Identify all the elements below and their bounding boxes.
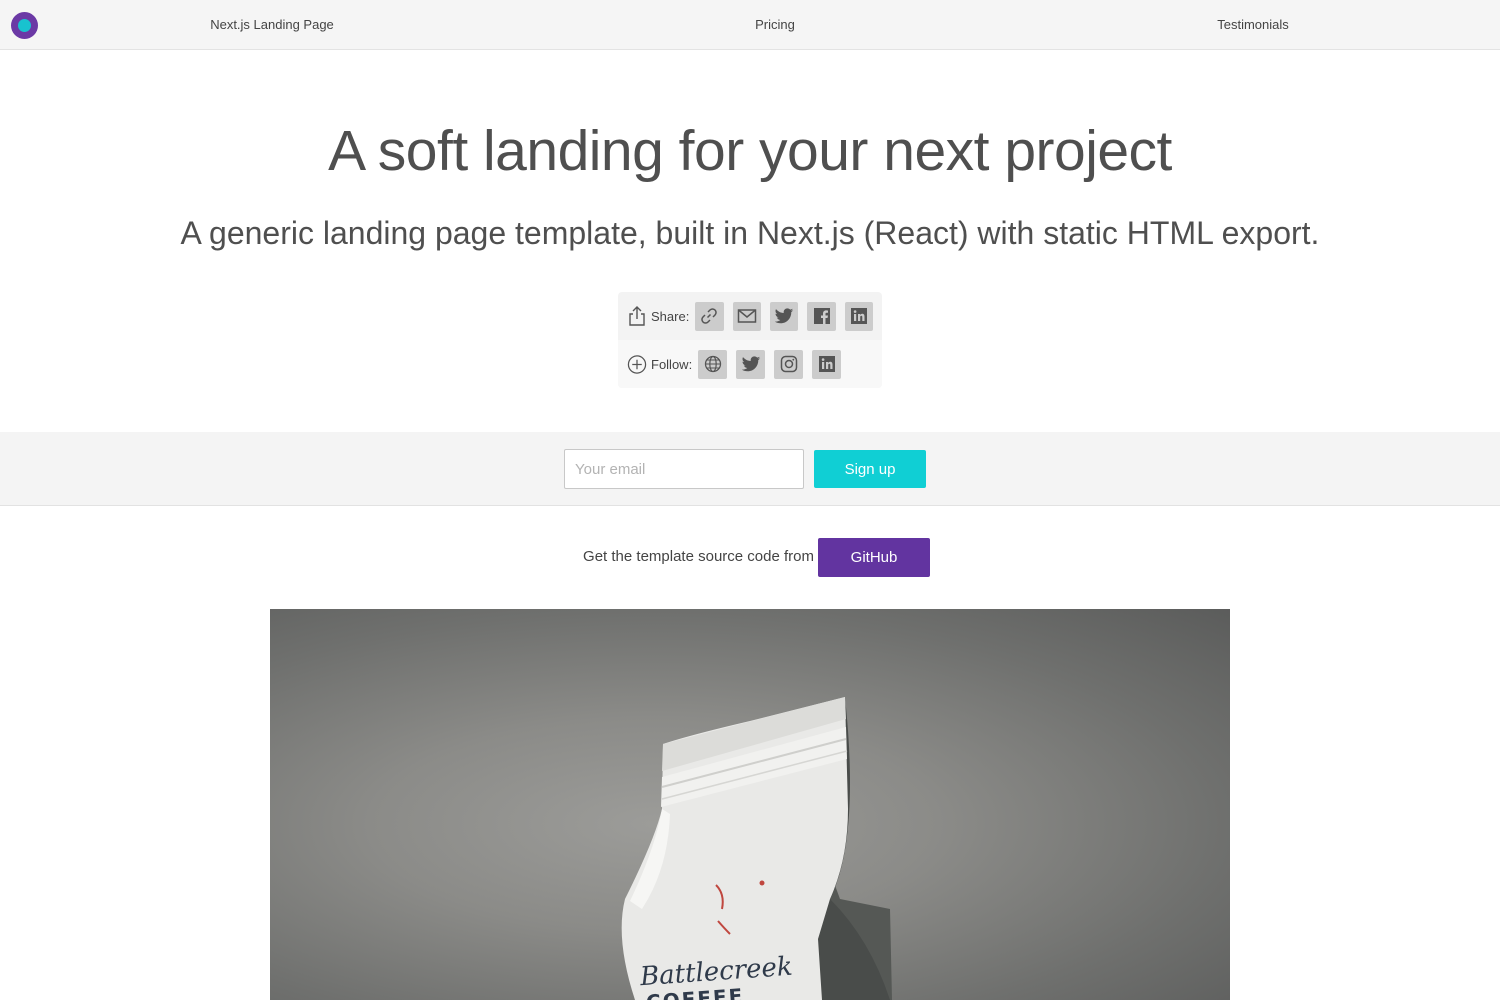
- github-button[interactable]: GitHub: [818, 538, 930, 577]
- logo-circle-icon[interactable]: [11, 12, 38, 39]
- plus-circle-icon: [627, 354, 647, 374]
- nav-link-testimonials[interactable]: Testimonials: [1217, 17, 1289, 32]
- signup-band: Sign up: [0, 432, 1500, 506]
- email-input[interactable]: [564, 449, 804, 489]
- follow-twitter-button[interactable]: [736, 349, 766, 379]
- signup-button[interactable]: Sign up: [814, 450, 926, 488]
- source-code-text: Get the template source code from: [583, 548, 814, 565]
- email-icon: [737, 309, 757, 323]
- twitter-icon: [775, 307, 794, 323]
- twitter-icon: [741, 355, 760, 371]
- nav-link-home[interactable]: Next.js Landing Page: [210, 17, 334, 32]
- link-icon: [701, 308, 718, 324]
- instagram-icon: [780, 355, 797, 373]
- follow-instagram-button[interactable]: [774, 349, 804, 379]
- share-linkedin-button[interactable]: [844, 301, 874, 331]
- share-email-button[interactable]: [732, 301, 761, 331]
- hero-photo: Battlecreek COFFEE: [270, 609, 1230, 1000]
- share-icon: [627, 306, 647, 326]
- share-twitter-button[interactable]: [770, 301, 799, 331]
- hero-subtitle: A generic landing page template, built i…: [180, 215, 1320, 251]
- globe-icon: [704, 355, 721, 373]
- linkedin-icon: [818, 356, 835, 372]
- linkedin-icon: [850, 308, 867, 324]
- share-link-button[interactable]: [695, 301, 724, 331]
- share-row: Share:: [618, 292, 882, 340]
- share-label: Share:: [651, 308, 690, 324]
- follow-row: Follow:: [618, 340, 882, 388]
- follow-label: Follow:: [651, 356, 693, 372]
- social-box: Share: Follow:: [618, 292, 882, 388]
- facebook-icon: [813, 308, 830, 324]
- follow-linkedin-button[interactable]: [812, 349, 842, 379]
- follow-website-button[interactable]: [698, 349, 728, 379]
- share-facebook-button[interactable]: [807, 301, 836, 331]
- hero-title: A soft landing for your next project: [328, 119, 1172, 183]
- nav-link-pricing[interactable]: Pricing: [755, 17, 795, 32]
- top-navigation: Next.js Landing Page Pricing Testimonial…: [0, 0, 1500, 50]
